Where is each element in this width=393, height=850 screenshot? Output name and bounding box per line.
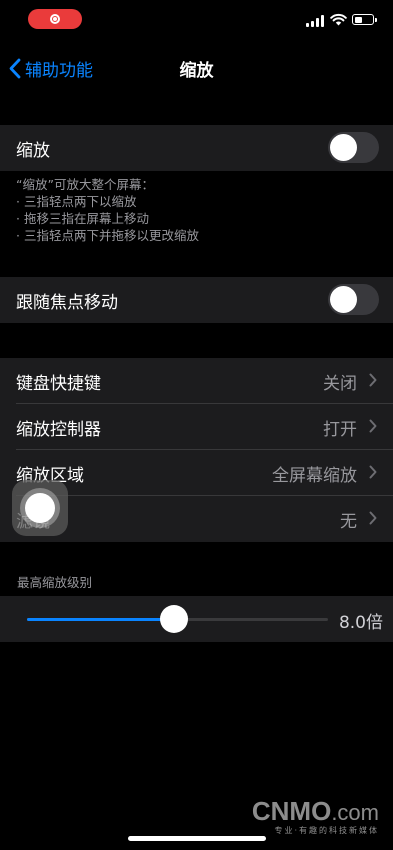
follow-focus-row: 跟随焦点移动: [0, 277, 393, 323]
chevron-right-icon: [369, 511, 377, 525]
zoom-row: 缩放: [0, 125, 393, 171]
zoom-description-line: · 三指轻点两下以缩放: [16, 194, 137, 209]
chevron-right-icon: [369, 373, 377, 387]
slider-fill: [27, 618, 175, 621]
option-value: 全屏幕缩放: [272, 465, 357, 486]
cnmo-watermark: CNMO.com 专业·有趣的科技新媒体: [252, 796, 379, 836]
battery-icon: [352, 14, 377, 25]
assistive-touch-button[interactable]: [12, 480, 68, 536]
zoom-toggle[interactable]: [328, 132, 379, 163]
zoom-group: 缩放: [0, 125, 393, 171]
zoom-label: 缩放: [16, 140, 50, 161]
max-zoom-header: 最高缩放级别: [17, 575, 93, 590]
follow-focus-group: 跟随焦点移动: [0, 277, 393, 323]
zoom-description-line: · 三指轻点两下并拖移以更改缩放: [16, 228, 199, 243]
chevron-right-icon: [369, 465, 377, 479]
keyboard-shortcuts-row[interactable]: 键盘快捷键 关闭: [0, 358, 393, 404]
option-value: 打开: [323, 419, 357, 440]
zoom-level-value: 8.0倍: [338, 613, 383, 633]
zoom-description: “缩放”可放大整个屏幕： · 三指轻点两下以缩放 · 拖移三指在屏幕上移动 · …: [16, 176, 199, 244]
option-label: 键盘快捷键: [16, 373, 101, 394]
watermark-logo: CNMO.com: [251, 796, 379, 826]
status-bar: [0, 0, 393, 44]
page-title: 缩放: [179, 61, 214, 81]
max-zoom-slider-row: 8.0倍: [0, 596, 393, 642]
option-value: 无: [340, 511, 357, 532]
follow-focus-label: 跟随焦点移动: [16, 292, 118, 313]
screen-recording-indicator[interactable]: [28, 9, 82, 29]
record-icon: [50, 14, 60, 24]
slider-thumb[interactable]: [160, 605, 189, 633]
option-label: 缩放控制器: [16, 419, 101, 440]
zoom-description-line: · 拖移三指在屏幕上移动: [16, 211, 149, 226]
zoom-controller-row[interactable]: 缩放控制器 打开: [0, 404, 393, 450]
chevron-right-icon: [369, 419, 377, 433]
follow-focus-toggle[interactable]: [328, 284, 379, 315]
option-value: 关闭: [323, 373, 357, 394]
zoom-description-line: “缩放”可放大整个屏幕：: [16, 177, 154, 192]
navigation-bar: 辅助功能 缩放: [0, 44, 393, 92]
signal-icon: [306, 15, 324, 27]
home-indicator[interactable]: [128, 836, 266, 841]
wifi-icon: [330, 13, 347, 26]
